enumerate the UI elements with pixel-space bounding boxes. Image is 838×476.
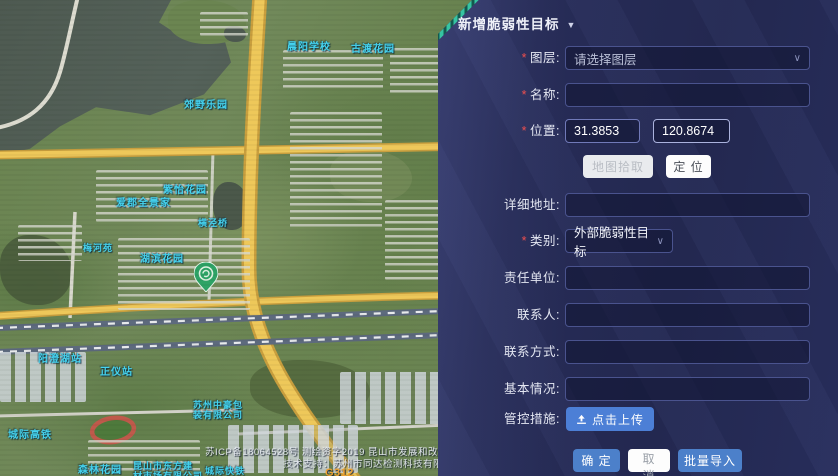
add-target-panel: 新增脆弱性目标 ▼ *图层: 请选择图层 ∨ *名称: *位置: 地图拾取 定 位 [438, 0, 838, 476]
locate-button[interactable]: 定 位 [666, 155, 711, 178]
map-place-label: 正仪站 [100, 363, 133, 378]
category-select-value: 外部脆弱性目标 [574, 222, 651, 260]
form-row-position: *位置: [438, 119, 838, 143]
map-place-label: 爱郡全景家 [116, 194, 171, 209]
map-pick-button[interactable]: 地图拾取 [583, 155, 653, 178]
longitude-input[interactable] [653, 119, 730, 143]
confirm-button[interactable]: 确 定 [573, 449, 620, 472]
contact-label: 联系人: [438, 303, 560, 327]
industrial-cluster [340, 372, 452, 424]
layer-select[interactable]: 请选择图层 ∨ [565, 46, 810, 70]
form-row-address: 详细地址: [438, 193, 838, 217]
chevron-down-icon: ∨ [657, 236, 664, 247]
map-place-label: 森林花园 [78, 461, 122, 476]
buildings-cluster [290, 112, 382, 230]
map-place-label: 横泾桥 [198, 216, 228, 229]
form-row-category: *类别: 外部脆弱性目标 ∨ [438, 229, 838, 253]
measures-label: 管控措施: [438, 407, 560, 431]
form-footer: 确 定 取 消 批量导入 [438, 449, 838, 473]
unit-label: 责任单位: [438, 266, 560, 290]
form-row-name: *名称: [438, 83, 838, 107]
category-label: *类别: [438, 229, 560, 253]
buildings-cluster [18, 225, 82, 261]
upload-button[interactable]: 点击上传 [566, 407, 654, 431]
map-place-label: 古渡花园 [351, 40, 395, 55]
form-row-measures: 管控措施: 点击上传 [438, 407, 838, 431]
map-place-label: 装有限公司 [193, 408, 243, 421]
phone-input[interactable] [565, 340, 810, 364]
batch-import-button[interactable]: 批量导入 [678, 449, 742, 472]
collapse-icon[interactable]: ▼ [567, 20, 577, 30]
form-row-position-buttons: 地图拾取 定 位 [438, 155, 838, 179]
required-asterisk: * [522, 51, 527, 65]
basic-input[interactable] [565, 377, 810, 401]
map-place-label: 城际高铁 [8, 426, 52, 441]
map-place-label: 郊野乐园 [184, 96, 228, 111]
layer-select-value: 请选择图层 [574, 49, 637, 68]
phone-label: 联系方式: [438, 340, 560, 364]
position-label: *位置: [438, 119, 560, 143]
form-row-layer: *图层: 请选择图层 ∨ [438, 46, 838, 70]
upload-button-label: 点击上传 [592, 411, 644, 428]
address-input[interactable] [565, 193, 810, 217]
map-attribution-line2: 技术支持：苏州市同达检测科技有限公司 [283, 456, 463, 470]
map-place-label: 城际快铁 [205, 464, 245, 476]
required-asterisk: * [522, 234, 527, 248]
name-input[interactable] [565, 83, 810, 107]
map-marker-icon[interactable] [194, 262, 218, 297]
buildings-cluster [200, 12, 248, 36]
layer-label: *图层: [438, 46, 560, 70]
required-asterisk: * [522, 124, 527, 138]
address-label: 详细地址: [438, 193, 560, 217]
map-place-label: 晨阳学校 [287, 38, 331, 53]
form-row-phone: 联系方式: [438, 340, 838, 364]
upload-icon [576, 414, 587, 425]
map-place-label: 梅河苑 [83, 241, 113, 254]
panel-title[interactable]: 新增脆弱性目标 ▼ [458, 13, 576, 33]
road-shield-label: G312 [325, 467, 354, 476]
map-place-label: 材市场有限公司 [133, 469, 203, 476]
name-label: *名称: [438, 83, 560, 107]
required-asterisk: * [522, 88, 527, 102]
contact-input[interactable] [565, 303, 810, 327]
chevron-down-icon: ∨ [794, 53, 801, 64]
form-row-contact: 联系人: [438, 303, 838, 327]
unit-input[interactable] [565, 266, 810, 290]
map-place-label: 阳澄湖站 [38, 350, 82, 365]
cancel-button[interactable]: 取 消 [628, 449, 670, 472]
map-canvas[interactable]: 晨阳学校古渡花园郊野乐园紫怡花园爱郡全景家横泾桥梅河苑湖滨花园阳澄湖站正仪站苏州… [0, 0, 470, 476]
category-select[interactable]: 外部脆弱性目标 ∨ [565, 229, 673, 253]
panel-title-text: 新增脆弱性目标 [458, 17, 560, 32]
form-row-unit: 责任单位: [438, 266, 838, 290]
form-row-basic: 基本情况: [438, 377, 838, 401]
basic-label: 基本情况: [438, 377, 560, 401]
map-place-label: 湖滨花园 [140, 250, 184, 265]
app-window: 晨阳学校古渡花园郊野乐园紫怡花园爱郡全景家横泾桥梅河苑湖滨花园阳澄湖站正仪站苏州… [0, 0, 838, 476]
buildings-cluster [283, 50, 383, 92]
latitude-input[interactable] [565, 119, 640, 143]
buildings-cluster [118, 238, 250, 310]
